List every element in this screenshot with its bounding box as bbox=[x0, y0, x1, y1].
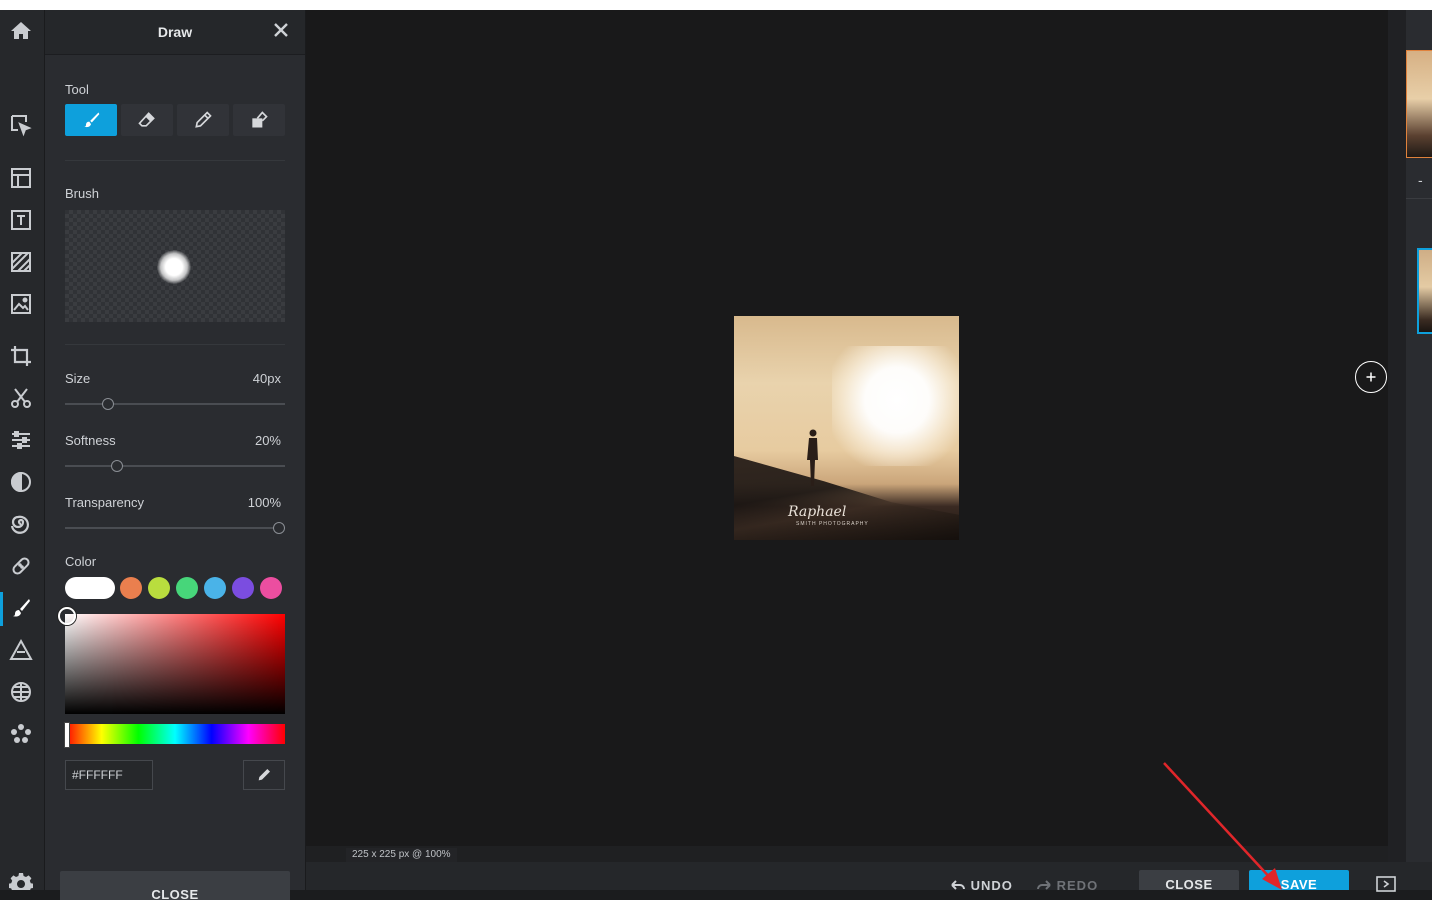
adjust-sliders-icon[interactable] bbox=[8, 427, 34, 453]
contrast-icon[interactable] bbox=[8, 469, 34, 495]
shapes-icon[interactable] bbox=[8, 637, 34, 663]
home-icon[interactable] bbox=[8, 18, 34, 44]
eyedropper-button[interactable] bbox=[243, 760, 285, 790]
panel-title: Draw bbox=[157, 24, 193, 40]
brush-tool-button[interactable] bbox=[65, 104, 117, 136]
close-button[interactable]: CLOSE bbox=[1139, 870, 1239, 890]
color-picker-handle[interactable] bbox=[58, 607, 76, 625]
size-value: 40px bbox=[252, 371, 281, 386]
bandage-icon[interactable] bbox=[8, 553, 34, 579]
hue-slider-handle[interactable] bbox=[64, 722, 70, 748]
size-label: Size bbox=[65, 371, 91, 386]
transparency-slider-thumb[interactable] bbox=[273, 522, 285, 534]
panel-header: Draw bbox=[45, 10, 305, 55]
pattern-icon[interactable] bbox=[8, 249, 34, 275]
plus-icon bbox=[1366, 372, 1376, 382]
cut-icon[interactable] bbox=[8, 385, 34, 411]
eyedropper-icon bbox=[258, 769, 270, 781]
spiral-icon[interactable] bbox=[8, 511, 34, 537]
scroll-gutter bbox=[1388, 10, 1406, 862]
redo-icon bbox=[1037, 880, 1051, 890]
settings-gear-icon[interactable] bbox=[9, 872, 33, 890]
pencil-tool-button[interactable] bbox=[177, 104, 229, 136]
swatch-blue[interactable] bbox=[204, 577, 226, 599]
brush-stroke bbox=[832, 346, 959, 466]
swatch-white[interactable] bbox=[65, 577, 115, 599]
redo-label: REDO bbox=[1056, 878, 1099, 893]
softness-label: Softness bbox=[65, 433, 116, 448]
brush-dot bbox=[157, 250, 191, 284]
pencil-icon bbox=[195, 111, 212, 128]
active-tool-indicator bbox=[0, 592, 3, 626]
bottom-toolbar: UNDO REDO CLOSE SAVE bbox=[306, 862, 1432, 893]
undo-label: UNDO bbox=[970, 878, 1013, 893]
close-icon[interactable] bbox=[271, 20, 291, 40]
redo-button[interactable]: REDO bbox=[1036, 878, 1098, 893]
layers-divider bbox=[1406, 198, 1432, 199]
draw-brush-icon[interactable] bbox=[8, 595, 34, 621]
size-slider[interactable] bbox=[65, 398, 285, 410]
brush-preview bbox=[65, 210, 285, 322]
swatch-pink[interactable] bbox=[260, 577, 282, 599]
draw-panel: Draw Tool Brush Size 40px Softness 20% T… bbox=[45, 10, 306, 900]
swatch-lime[interactable] bbox=[148, 577, 170, 599]
softness-slider[interactable] bbox=[65, 460, 285, 472]
undo-button[interactable]: UNDO bbox=[950, 878, 1013, 893]
stamp-tool-button[interactable] bbox=[233, 104, 285, 136]
divider bbox=[65, 344, 285, 345]
hue-slider[interactable] bbox=[65, 724, 285, 744]
undo-icon bbox=[951, 880, 965, 890]
tool-label: Tool bbox=[65, 82, 89, 97]
divider bbox=[65, 160, 285, 161]
swatch-green[interactable] bbox=[176, 577, 198, 599]
zoom-in-button[interactable] bbox=[1355, 361, 1387, 393]
eraser-tool-button[interactable] bbox=[121, 104, 173, 136]
photo-signature: Raphael bbox=[788, 504, 847, 520]
photo-canvas[interactable]: Raphael SMITH PHOTOGRAPHY bbox=[734, 316, 959, 540]
photo-signature-subtext: SMITH PHOTOGRAPHY bbox=[796, 521, 869, 527]
swatch-purple[interactable] bbox=[232, 577, 254, 599]
softness-value: 20% bbox=[254, 433, 281, 448]
brush-icon bbox=[84, 112, 100, 128]
save-button[interactable]: SAVE bbox=[1249, 870, 1349, 890]
layout-icon[interactable] bbox=[8, 165, 34, 191]
layer-minus[interactable]: - bbox=[1418, 172, 1423, 188]
photo-person bbox=[807, 429, 818, 486]
crop-icon[interactable] bbox=[8, 343, 34, 369]
layer-thumbnail-selected[interactable] bbox=[1417, 248, 1432, 334]
overlay-dots-icon[interactable] bbox=[8, 721, 34, 747]
panel-close-button[interactable]: CLOSE bbox=[60, 871, 290, 900]
size-slider-thumb[interactable] bbox=[102, 398, 115, 410]
transparency-value: 100% bbox=[247, 495, 281, 510]
image-dimensions: 225 x 225 px @ 100% bbox=[346, 848, 457, 862]
status-bar: 225 x 225 px @ 100% bbox=[306, 846, 1388, 862]
brush-label: Brush bbox=[65, 186, 99, 201]
layer-thumbnail-background[interactable] bbox=[1406, 50, 1432, 158]
frame-grid-icon[interactable] bbox=[8, 679, 34, 705]
color-label: Color bbox=[65, 554, 97, 569]
stamp-icon bbox=[252, 111, 268, 128]
eraser-icon bbox=[138, 112, 155, 127]
swatch-orange[interactable] bbox=[120, 577, 142, 599]
transparency-label: Transparency bbox=[65, 495, 144, 510]
tool-rail bbox=[0, 10, 45, 890]
photo-shore bbox=[734, 456, 959, 540]
color-picker-field[interactable] bbox=[65, 614, 285, 714]
hex-color-input[interactable] bbox=[65, 760, 153, 790]
softness-slider-thumb[interactable] bbox=[110, 460, 123, 472]
text-icon[interactable] bbox=[8, 207, 34, 233]
select-arrow-icon[interactable] bbox=[8, 112, 34, 138]
transparency-slider[interactable] bbox=[65, 522, 285, 534]
image-icon[interactable] bbox=[8, 291, 34, 317]
